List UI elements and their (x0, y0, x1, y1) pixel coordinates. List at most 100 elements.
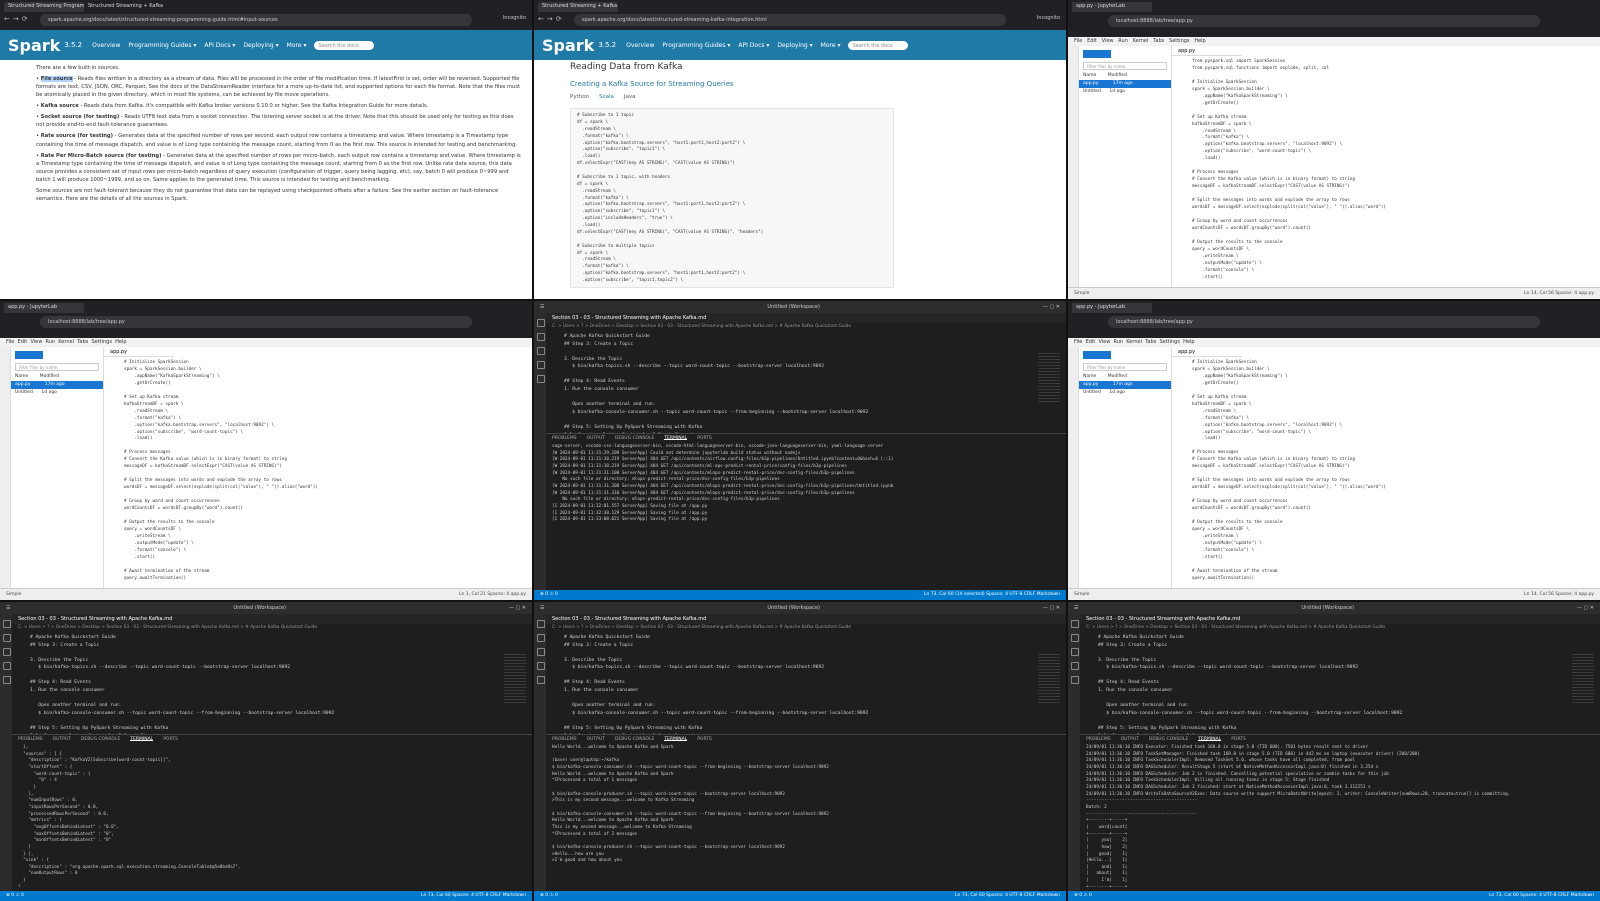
menu-view[interactable]: View (1102, 38, 1114, 44)
editor-tab[interactable]: app.py (104, 347, 174, 357)
spark-logo[interactable]: Spark (542, 36, 594, 55)
minimap[interactable] (1038, 654, 1060, 704)
new-launcher-button[interactable] (1083, 50, 1111, 58)
markdown-text[interactable]: # Apache Kafka Quickstart Guide ## Step … (546, 333, 1066, 433)
nav-overview[interactable]: Overview (92, 42, 120, 49)
nav-programming-guides[interactable]: Programming Guides ▾ (662, 42, 730, 49)
terminal-output[interactable]: sage-server, vscode-css-languageserver-b… (546, 442, 1066, 586)
address-bar[interactable]: localhost:8888/lab/tree/app.py (1108, 316, 1540, 328)
nav-deploying[interactable]: Deploying ▾ (777, 42, 812, 49)
spark-logo[interactable]: Spark (8, 36, 60, 55)
menu-file[interactable]: File (1074, 38, 1082, 44)
tab-terminal[interactable]: TERMINAL (664, 436, 688, 441)
nav-api-docs[interactable]: API Docs ▾ (738, 42, 769, 49)
file-row[interactable]: app.py 17m ago (1079, 80, 1171, 88)
address-bar[interactable]: localhost:8888/lab/tree/app.py (40, 316, 472, 328)
nav-arrows-icon[interactable]: ←→⟳ (4, 15, 31, 23)
activity-bar[interactable] (534, 313, 546, 590)
nav-deploying[interactable]: Deploying ▾ (243, 42, 278, 49)
tab-debug-console[interactable]: DEBUG CONSOLE (615, 436, 654, 441)
activity-bar[interactable] (0, 614, 12, 891)
jupyter-sidebar[interactable] (1068, 347, 1079, 588)
editor-tab[interactable]: Section 03 - 03 - Structured Streaming w… (546, 614, 1066, 624)
browser-chrome: app.py - JupyterLab localhost:8888/lab/t… (1068, 301, 1600, 338)
file-row[interactable]: Untitled 1d ago (1079, 88, 1171, 96)
browser-tab[interactable]: Structured Streaming + Kafka I... (538, 2, 618, 12)
file-row[interactable]: Untitled 1d ago (1079, 389, 1171, 397)
terminal-output[interactable]: Hello World...welcome to Apache Kafka an… (546, 743, 1066, 887)
code-text[interactable]: # Initialize SparkSession spark = SparkS… (104, 357, 528, 583)
minimap[interactable] (1038, 353, 1060, 403)
browser-tab[interactable]: Structured Streaming + Kafka I... (84, 2, 164, 12)
address-bar[interactable]: spark.apache.org/docs/latest/structured-… (574, 14, 1006, 26)
file-row[interactable]: Untitled 1d ago (11, 389, 103, 397)
menu-help[interactable]: Help (1194, 38, 1205, 44)
editor-tab[interactable]: Section 03 - 03 - Structured Streaming w… (546, 313, 1066, 323)
markdown-text[interactable]: # Apache Kafka Quickstart Guide ## Step … (1080, 634, 1600, 734)
menu-settings[interactable]: Settings (1169, 38, 1190, 44)
file-row[interactable]: app.py 17m ago (1079, 381, 1171, 389)
code-text[interactable]: # Initialize SparkSession spark = SparkS… (1172, 357, 1596, 583)
terminal-output[interactable]: }, "sources" : [ { "description" : "Kafk… (12, 743, 532, 887)
nav-more[interactable]: More ▾ (821, 42, 841, 49)
new-launcher-button[interactable] (1083, 351, 1111, 359)
filter-input[interactable]: Filter files by name (1083, 363, 1167, 371)
minimap[interactable] (504, 654, 526, 704)
tab-problems[interactable]: PROBLEMS (552, 436, 577, 441)
editor-tab[interactable]: Section 03 - 03 - Structured Streaming w… (12, 614, 532, 624)
status-bar: Simple Ln 1, Col 21 Spaces: 4 app.py (0, 588, 532, 600)
file-row[interactable]: app.py 17m ago (11, 381, 103, 389)
editor-tab[interactable]: app.py (1172, 347, 1242, 357)
markdown-text[interactable]: # Apache Kafka Quickstart Guide ## Step … (12, 634, 532, 734)
tile-jupyterlab-app-py: app.py - JupyterLab localhost:8888/lab/t… (1068, 0, 1600, 299)
code-editor[interactable]: app.py # Initialize SparkSession spark =… (104, 347, 528, 588)
activity-bar[interactable] (1068, 614, 1080, 891)
markdown-text[interactable]: # Apache Kafka Quickstart Guide ## Step … (546, 634, 1066, 734)
browser-tab[interactable]: app.py - JupyterLab (1072, 2, 1152, 12)
jupyter-sidebar[interactable] (1068, 46, 1079, 287)
window-title: ☰ Untitled (Workspace) — ▢ ✕ (0, 602, 532, 614)
nav-api-docs[interactable]: API Docs ▾ (204, 42, 235, 49)
code-text[interactable]: from pyspark.sql import SparkSession fro… (1172, 56, 1596, 299)
code-editor[interactable]: app.py # Initialize SparkSession spark =… (1172, 347, 1596, 588)
nav-arrows-icon[interactable]: ←→⟳ (538, 15, 565, 23)
tab-scala[interactable]: Scala (599, 94, 614, 100)
language-tabs: Python Scala Java (570, 94, 1056, 100)
browser-tab[interactable]: Structured Streaming Programm... (4, 2, 84, 12)
browser-tab[interactable]: app.py - JupyterLab (4, 303, 84, 313)
new-launcher-button[interactable] (15, 351, 43, 359)
tab-java[interactable]: Java (624, 94, 636, 100)
code-editor[interactable]: app.py from pyspark.sql import SparkSess… (1172, 46, 1596, 299)
menu-tabs[interactable]: Tabs (1153, 38, 1164, 44)
tab-ports[interactable]: PORTS (697, 436, 712, 441)
docs-search-input[interactable]: Search the docs (848, 40, 909, 50)
list-item: • Rate Per Micro-Batch source (for testi… (36, 152, 521, 183)
file-header: Name Modified (15, 374, 59, 379)
activity-bar[interactable] (534, 614, 546, 891)
terminal-output[interactable]: 24/09/01 11:36:10 INFO Executor: Finishe… (1080, 743, 1600, 887)
breadcrumb[interactable]: C: > Users > ? > OneDrive > Desktop > Se… (12, 624, 532, 634)
filter-input[interactable]: Filter files by name (1083, 62, 1167, 70)
jupyter-sidebar[interactable] (0, 347, 11, 588)
address-bar[interactable]: localhost:8888/lab/tree/app.py (1108, 15, 1540, 27)
browser-tab[interactable]: app.py - JupyterLab (1072, 303, 1152, 313)
tab-output[interactable]: OUTPUT (587, 436, 605, 441)
nav-programming-guides[interactable]: Programming Guides ▾ (128, 42, 196, 49)
tab-python[interactable]: Python (570, 94, 589, 100)
address-bar[interactable]: spark.apache.org/docs/latest/structured-… (40, 14, 472, 26)
nav-overview[interactable]: Overview (626, 42, 654, 49)
breadcrumb[interactable]: C: > Users > ? > OneDrive > Desktop > Se… (546, 624, 1066, 634)
minimap[interactable] (1572, 654, 1594, 704)
docs-search-input[interactable]: Search the docs (314, 40, 375, 50)
breadcrumb[interactable]: C: > Users > ? > OneDrive > Desktop > Se… (546, 323, 1066, 333)
editor-tab[interactable]: app.py (1172, 46, 1242, 56)
nav-more[interactable]: More ▾ (287, 42, 307, 49)
editor-tab[interactable]: Section 03 - 03 - Structured Streaming w… (1080, 614, 1600, 624)
window-title: ☰ Untitled (Workspace) — ▢ ✕ (534, 301, 1066, 313)
menu-edit[interactable]: Edit (1087, 38, 1097, 44)
menu-kernel[interactable]: Kernel (1133, 38, 1149, 44)
menu-run[interactable]: Run (1118, 38, 1128, 44)
file-header: Name Modified (1083, 374, 1127, 379)
filter-input[interactable]: Filter files by name (15, 363, 99, 371)
breadcrumb[interactable]: C: > Users > ? > OneDrive > Desktop > Se… (1080, 624, 1600, 634)
